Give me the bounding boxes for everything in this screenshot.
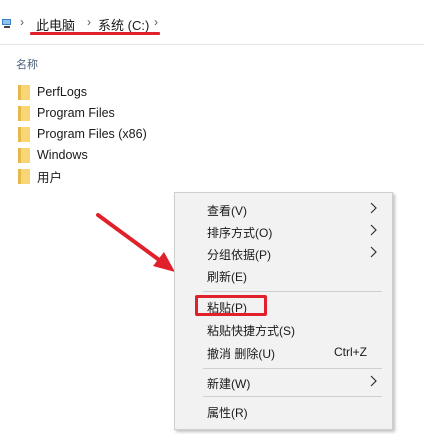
menu-item-sort-by[interactable]: 排序方式(O) (175, 220, 392, 242)
menu-item-group-by[interactable]: 分组依据(P) (175, 242, 392, 264)
menu-item-new[interactable]: 新建(W) (175, 371, 392, 393)
menu-item-label: 查看(V) (207, 204, 247, 218)
menu-separator (203, 291, 382, 292)
menu-item-label: 粘贴快捷方式(S) (207, 324, 295, 338)
chevron-right-icon (370, 246, 377, 258)
menu-item-label: 排序方式(O) (207, 226, 273, 240)
menu-item-properties[interactable]: 属性(R) (175, 400, 392, 422)
menu-item-label: 分组依据(P) (207, 248, 271, 262)
menu-item-label: 新建(W) (207, 377, 251, 391)
menu-separator (203, 368, 382, 369)
menu-item-paste-shortcut[interactable]: 粘贴快捷方式(S) (175, 318, 392, 340)
menu-item-undo-delete[interactable]: 撤消 删除(U) Ctrl+Z (175, 341, 392, 363)
chevron-right-icon (370, 202, 377, 214)
context-menu: 查看(V) 排序方式(O) 分组依据(P) 刷新(E) 粘贴(P) 粘贴快捷方式… (174, 192, 393, 430)
menu-item-refresh[interactable]: 刷新(E) (175, 264, 392, 286)
menu-item-label: 刷新(E) (207, 270, 247, 284)
chevron-right-icon (370, 224, 377, 236)
annotation-highlight-box (195, 295, 267, 316)
menu-item-label: 撤消 删除(U) (207, 347, 275, 361)
menu-item-shortcut: Ctrl+Z (334, 345, 367, 359)
menu-item-label: 属性(R) (207, 406, 248, 420)
menu-separator (203, 396, 382, 397)
chevron-right-icon (370, 375, 377, 387)
menu-item-view[interactable]: 查看(V) (175, 198, 392, 220)
